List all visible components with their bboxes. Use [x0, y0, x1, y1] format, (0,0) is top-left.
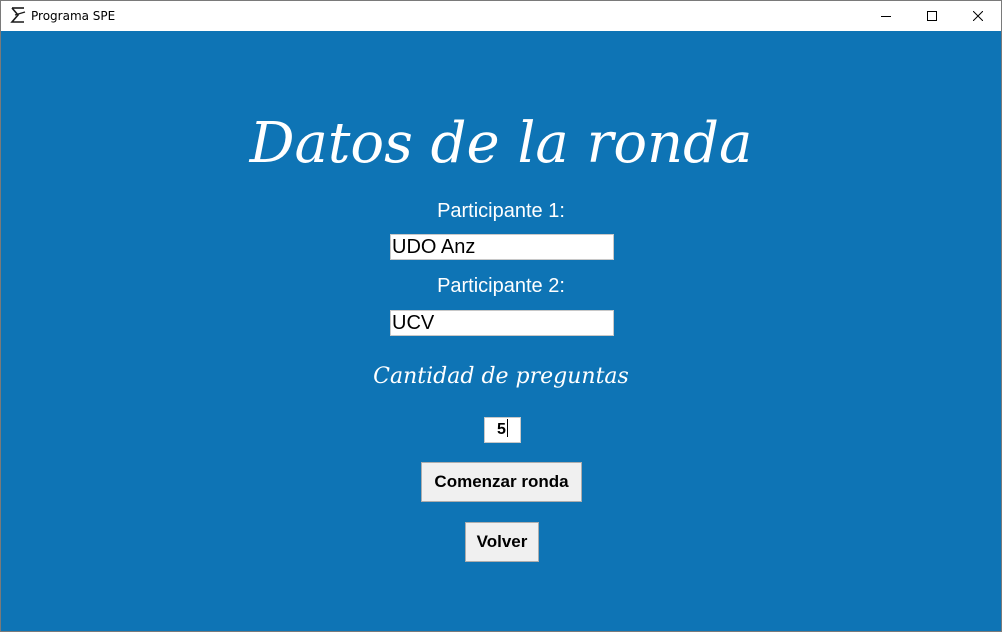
round-data-form: Datos de la ronda Participante 1: UDO An…	[1, 31, 1001, 631]
maximize-icon	[927, 11, 937, 21]
question-count-label: Cantidad de preguntas	[373, 364, 629, 389]
app-window: Programa SPE Datos de la ronda Participa…	[0, 0, 1002, 632]
title-bar[interactable]: Programa SPE	[1, 1, 1001, 31]
minimize-icon	[881, 16, 891, 17]
question-count-input[interactable]: 5	[484, 417, 521, 443]
participant-2-input[interactable]: UCV	[390, 310, 614, 336]
page-title: Datos de la ronda	[249, 111, 753, 176]
app-logo-icon	[9, 6, 27, 24]
back-button[interactable]: Volver	[465, 522, 539, 562]
window-title: Programa SPE	[31, 9, 116, 23]
participant-1-input[interactable]: UDO Anz	[390, 234, 614, 260]
participant-1-label: Participante 1:	[437, 200, 565, 222]
text-cursor	[506, 419, 508, 437]
question-count-value: 5	[497, 421, 506, 438]
minimize-button[interactable]	[863, 1, 909, 31]
close-icon	[973, 11, 983, 21]
participant-2-label: Participante 2:	[437, 275, 565, 297]
maximize-button[interactable]	[909, 1, 955, 31]
start-round-button[interactable]: Comenzar ronda	[421, 462, 582, 502]
close-button[interactable]	[955, 1, 1001, 31]
